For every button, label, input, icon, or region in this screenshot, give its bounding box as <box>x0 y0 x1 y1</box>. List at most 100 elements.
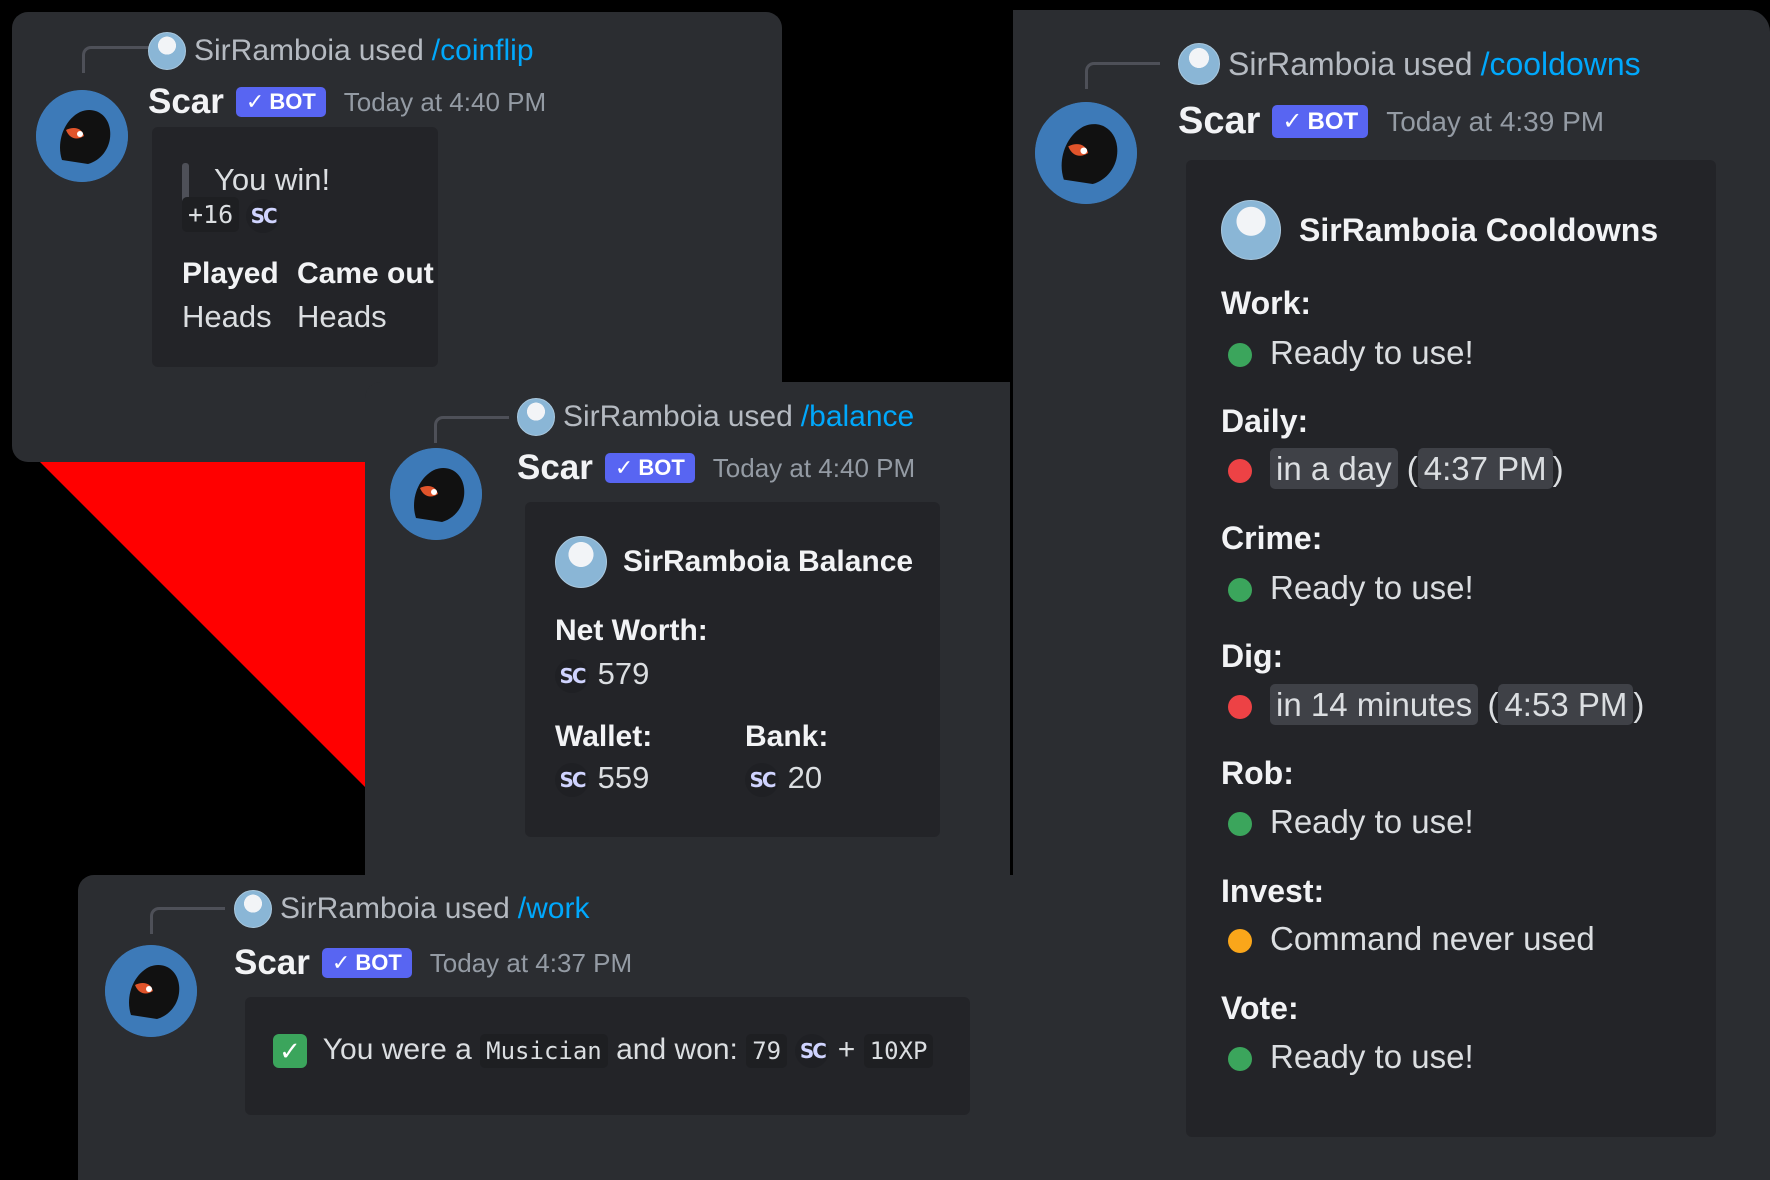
field-name: Came out <box>297 257 434 290</box>
bot-avatar-icon[interactable] <box>390 448 482 540</box>
embed-title: SirRamboia Cooldowns <box>1299 211 1659 248</box>
checkmark-icon: ✓ <box>614 455 634 480</box>
cooldown-label-dig: Dig: <box>1221 638 1284 674</box>
checkmark-icon: ✓ <box>331 950 351 975</box>
work-result-line: ✓ You were a Musician and won: 79 SC + 1… <box>273 1033 934 1069</box>
user-avatar-icon <box>234 890 272 928</box>
status-ready-icon <box>1228 578 1252 603</box>
work-embed: ✓ You were a Musician and won: 79 SC + 1… <box>245 997 970 1115</box>
reply-connector <box>150 907 225 934</box>
job-code: Musician <box>480 1034 608 1068</box>
bank-value: SC 20 <box>745 760 822 797</box>
bot-name[interactable]: Scar <box>1178 100 1260 143</box>
bot-badge: ✓ BOT <box>604 453 695 483</box>
command-link[interactable]: /cooldowns <box>1481 46 1641 83</box>
result-text: You win! <box>214 162 331 197</box>
absolute-timestamp[interactable]: 4:53 PM <box>1498 684 1634 725</box>
message-timestamp[interactable]: Today at 4:37 PM <box>430 948 632 979</box>
field-value: Heads <box>297 299 387 334</box>
coinflip-embed: You win! +16 SC Played Came out Heads He… <box>152 127 438 367</box>
sc-coin-icon: SC <box>795 1034 830 1069</box>
bank-label: Bank: <box>745 720 829 753</box>
message-timestamp[interactable]: Today at 4:39 PM <box>1386 106 1604 138</box>
cooldown-status-work: Ready to use! <box>1228 334 1474 372</box>
sc-coin-icon: SC <box>555 658 589 693</box>
message-header: Scar ✓ BOT Today at 4:40 PM <box>148 82 546 122</box>
cooldown-label-daily: Daily: <box>1221 403 1309 439</box>
balance-embed: SirRamboia Balance Net Worth: SC 579 Wal… <box>525 502 940 837</box>
sc-coin-icon: SC <box>745 762 779 797</box>
net-worth-label: Net Worth: <box>555 614 708 647</box>
cooldown-status-vote: Ready to use! <box>1228 1038 1474 1076</box>
xp-code: 10XP <box>863 1034 934 1068</box>
cooldown-label-work: Work: <box>1221 285 1312 321</box>
bot-badge: ✓ BOT <box>235 87 326 117</box>
absolute-timestamp[interactable]: 4:37 PM <box>1417 448 1553 489</box>
bot-badge: ✓ BOT <box>321 948 412 978</box>
check-mark-icon: ✓ <box>273 1034 307 1069</box>
bot-badge: ✓ BOT <box>1272 105 1369 138</box>
red-decorative-triangle <box>34 456 374 796</box>
command-reply-header[interactable]: SirRamboia used /balance <box>517 398 914 436</box>
checkmark-icon: ✓ <box>245 89 265 114</box>
cooldown-status-crime: Ready to use! <box>1228 569 1474 607</box>
bot-name[interactable]: Scar <box>517 448 593 488</box>
status-never-icon <box>1228 929 1252 954</box>
message-panel-work: SirRamboia used /work Scar ✓ BOT Today at… <box>78 875 1013 1180</box>
relative-timestamp[interactable]: in 14 minutes <box>1270 684 1479 725</box>
relative-timestamp[interactable]: in a day <box>1270 448 1398 489</box>
wallet-label: Wallet: <box>555 720 653 753</box>
reply-connector <box>434 416 509 443</box>
status-cooldown-icon <box>1228 695 1252 720</box>
command-reply-header[interactable]: SirRamboia used /coinflip <box>148 32 534 70</box>
command-link[interactable]: /balance <box>801 400 914 434</box>
message-timestamp[interactable]: Today at 4:40 PM <box>344 87 546 118</box>
reply-used-label: used <box>1403 45 1473 82</box>
amount-line: +16 SC <box>182 196 281 233</box>
message-timestamp[interactable]: Today at 4:40 PM <box>713 453 915 484</box>
message-header: Scar ✓ BOT Today at 4:39 PM <box>1178 100 1604 143</box>
checkmark-icon: ✓ <box>1282 108 1303 135</box>
amount-code: 79 <box>746 1034 788 1068</box>
user-avatar-icon <box>148 32 186 70</box>
bot-avatar-icon[interactable] <box>1035 102 1137 204</box>
reply-username[interactable]: SirRamboia <box>563 400 720 434</box>
embed-title: SirRamboia Balance <box>623 545 914 578</box>
cooldown-status-dig: in 14 minutes (4:53 PM) <box>1228 684 1644 725</box>
reply-username[interactable]: SirRamboia <box>1228 46 1395 83</box>
user-avatar-icon <box>1178 43 1220 85</box>
bot-avatar-icon[interactable] <box>36 90 128 182</box>
command-reply-header[interactable]: SirRamboia used /work <box>234 890 589 928</box>
reply-used-label: used <box>358 34 424 67</box>
cooldown-label-vote: Vote: <box>1221 990 1299 1026</box>
message-panel-cooldowns: SirRamboia used /cooldowns Scar ✓ BOT Tod… <box>1013 10 1770 1180</box>
cooldown-status-rob: Ready to use! <box>1228 803 1474 841</box>
reply-username[interactable]: SirRamboia <box>194 34 351 68</box>
field-value: Heads <box>182 299 272 334</box>
bot-name[interactable]: Scar <box>148 82 224 122</box>
sc-coin-icon: SC <box>555 762 589 797</box>
cooldown-status-invest: Command never used <box>1228 920 1595 958</box>
cooldown-label-rob: Rob: <box>1221 755 1294 791</box>
bot-avatar-icon[interactable] <box>105 945 197 1037</box>
reply-username[interactable]: SirRamboia <box>280 892 437 926</box>
user-avatar-icon <box>517 398 555 436</box>
cooldowns-embed: SirRamboia Cooldowns Work: Ready to use!… <box>1186 160 1716 1137</box>
cooldown-label-invest: Invest: <box>1221 873 1325 909</box>
command-link[interactable]: /coinflip <box>432 34 534 68</box>
reply-connector <box>1085 62 1160 89</box>
wallet-value: SC 559 <box>555 760 649 797</box>
net-worth-value: SC 579 <box>555 656 649 693</box>
cooldown-label-crime: Crime: <box>1221 520 1323 556</box>
status-ready-icon <box>1228 812 1252 837</box>
message-header: Scar ✓ BOT Today at 4:40 PM <box>517 448 915 488</box>
status-ready-icon <box>1228 343 1252 368</box>
user-avatar-icon <box>555 536 607 588</box>
command-link[interactable]: /work <box>518 892 590 926</box>
cooldown-status-daily: in a day (4:37 PM) <box>1228 448 1564 489</box>
embed-author: SirRamboia Cooldowns <box>1221 200 1658 260</box>
bot-name[interactable]: Scar <box>234 943 310 983</box>
command-reply-header[interactable]: SirRamboia used /cooldowns <box>1178 43 1641 85</box>
embed-author: SirRamboia Balance <box>555 536 913 588</box>
reply-connector <box>82 46 157 73</box>
